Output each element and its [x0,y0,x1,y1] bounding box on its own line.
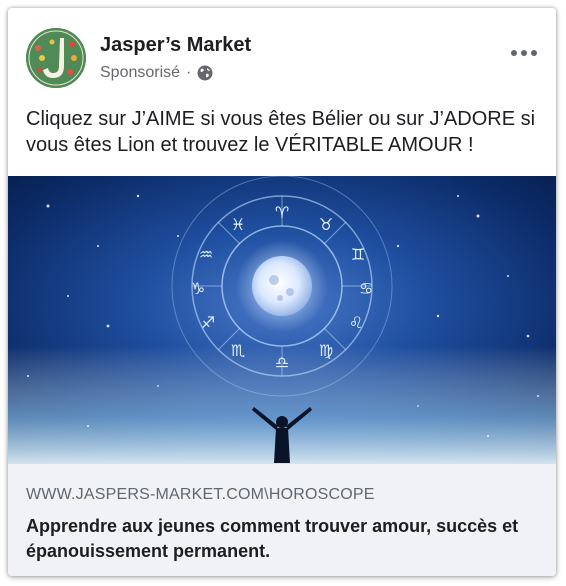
svg-text:♒: ♒ [199,245,213,264]
post-header: Jasper’s Market Sponsorisé · [8,8,556,100]
meta-separator: · [186,64,192,81]
more-options-icon[interactable] [506,42,542,64]
ad-image[interactable]: ♈ ♉ ♊ ♋ ♌ ♍ ♎ ♏ ♐ ♑ ♒ ♓ [8,176,556,463]
page-avatar[interactable] [26,28,86,88]
sponsored-post-card: Jasper’s Market Sponsorisé · Cliquez sur… [8,8,556,576]
svg-text:♉: ♉ [319,215,333,234]
page-logo-icon [26,28,86,88]
globe-icon [197,65,213,81]
link-domain: WWW.JASPERS-MARKET.COM\HOROSCOPE [26,486,375,503]
post-text: Cliquez sur J’AIME si vous êtes Bélier o… [26,108,536,156]
svg-text:♑: ♑ [191,279,205,298]
svg-text:♎: ♎ [275,353,289,372]
svg-text:♊: ♊ [351,245,365,264]
svg-text:♓: ♓ [231,215,245,234]
svg-text:♋: ♋ [359,279,373,298]
link-title[interactable]: Apprendre aux jeunes comment trouver amo… [26,514,536,564]
svg-text:♌: ♌ [349,313,363,332]
svg-text:♏: ♏ [231,341,245,360]
sponsored-label[interactable]: Sponsorisé [100,64,180,82]
svg-text:♈: ♈ [275,203,289,222]
svg-text:♐: ♐ [201,313,215,332]
svg-text:♍: ♍ [319,341,333,360]
page-name[interactable]: Jasper’s Market [100,34,251,57]
link-preview[interactable]: WWW.JASPERS-MARKET.COM\HOROSCOPE Apprend… [8,463,556,576]
post-meta: Sponsorisé · [100,64,213,82]
zodiac-wheel-illustration: ♈ ♉ ♊ ♋ ♌ ♍ ♎ ♏ ♐ ♑ ♒ ♓ [8,176,556,463]
